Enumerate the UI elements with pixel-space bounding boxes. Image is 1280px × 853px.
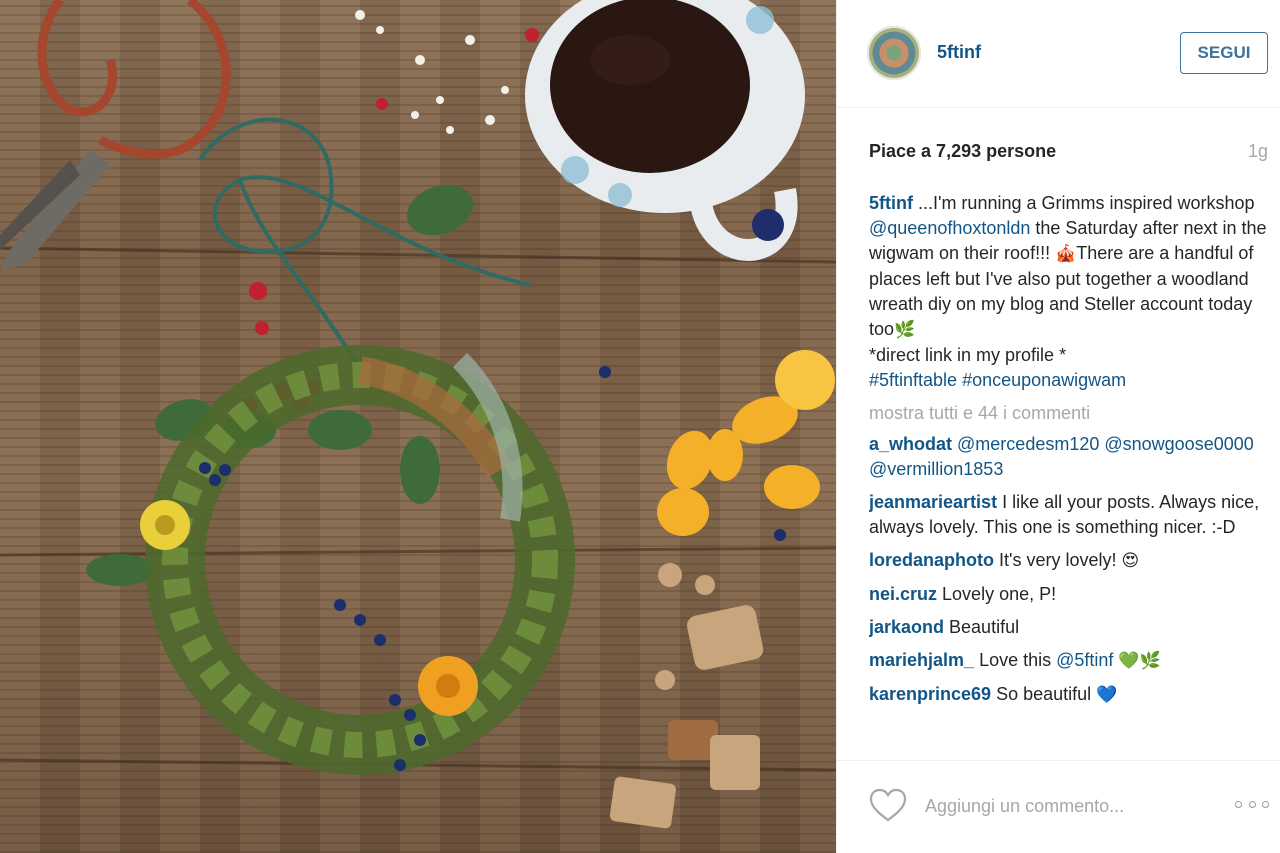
green-heart-emoji: 💚🌿 <box>1118 651 1161 671</box>
post-time[interactable]: 1g <box>1248 141 1268 162</box>
author-avatar[interactable] <box>867 26 921 80</box>
comment-text: So beautiful <box>991 684 1097 704</box>
show-all-comments-link[interactable]: mostra tutti e 44 i commenti <box>869 401 1269 426</box>
more-options-icon[interactable] <box>1235 794 1269 814</box>
heart-eyes-emoji: 😍 <box>1121 551 1140 571</box>
caption-username[interactable]: 5ftinf <box>869 193 913 213</box>
comment-text: Beautiful <box>944 617 1020 637</box>
comment-username[interactable]: loredanaphoto <box>869 550 994 570</box>
comment-username[interactable]: karenprince69 <box>869 684 991 704</box>
follow-button[interactable]: SEGUI <box>1180 32 1268 74</box>
blue-heart-emoji: 💙 <box>1096 685 1118 705</box>
comment-username[interactable]: jeanmarieartist <box>869 492 997 512</box>
comment-item: jeanmarieartist I like all your posts. A… <box>869 490 1269 540</box>
comment-item: loredanaphoto It's very lovely! 😍 <box>869 548 1269 574</box>
comment-item: a_whodat @mercedesm120 @snowgoose0000 @v… <box>869 432 1269 482</box>
comment-text: It's very lovely! <box>994 550 1122 570</box>
post-photo[interactable] <box>0 0 836 853</box>
caption-text-1: ...I'm running a Grimms inspired worksho… <box>913 193 1255 213</box>
add-comment-input[interactable] <box>923 792 1227 820</box>
comment-text: Love this <box>974 650 1057 670</box>
post-header: 5ftinf SEGUI <box>837 0 1280 108</box>
dot <box>1262 800 1269 808</box>
comment-item: jarkaond Beautiful <box>869 615 1269 640</box>
caption-hashtags[interactable]: #5ftinftable #onceuponawigwam <box>869 370 1126 390</box>
likes-count[interactable]: Piace a 7,293 persone <box>869 141 1056 162</box>
dot <box>1248 800 1256 808</box>
comment-username[interactable]: mariehjalm_ <box>869 650 974 670</box>
comment-username[interactable]: nei.cruz <box>869 584 937 604</box>
comment-item: karenprince69 So beautiful 💙 <box>869 682 1269 708</box>
author-username[interactable]: 5ftinf <box>937 42 981 63</box>
herb-emoji: 🌿 <box>894 320 916 340</box>
comments-list[interactable]: 5ftinf ...I'm running a Grimms inspired … <box>869 191 1269 754</box>
comment-bar <box>837 760 1280 853</box>
comment-item: mariehjalm_ Love this @5ftinf 💚🌿 <box>869 648 1269 674</box>
comment-mentions[interactable]: @5ftinf <box>1056 650 1113 670</box>
comment-text: Lovely one, P! <box>937 584 1057 604</box>
caption-text-4: *direct link in my profile * <box>869 345 1067 365</box>
scissors <box>37 0 231 159</box>
post-viewer: 5ftinf SEGUI Piace a 7,293 persone 1g 5f… <box>0 0 1280 853</box>
circus-tent-emoji: 🎪 <box>1055 244 1077 264</box>
post-caption: 5ftinf ...I'm running a Grimms inspired … <box>869 191 1269 393</box>
comment-username[interactable]: jarkaond <box>869 617 944 637</box>
caption-mention[interactable]: @queenofhoxtonldn <box>869 218 1030 238</box>
dot <box>1235 800 1242 808</box>
comment-item: nei.cruz Lovely one, P! <box>869 582 1269 607</box>
heart-icon[interactable] <box>869 788 907 822</box>
comment-username[interactable]: a_whodat <box>869 434 952 454</box>
photo-illustration <box>0 0 836 829</box>
post-sidebar: 5ftinf SEGUI Piace a 7,293 persone 1g 5f… <box>836 0 1280 853</box>
